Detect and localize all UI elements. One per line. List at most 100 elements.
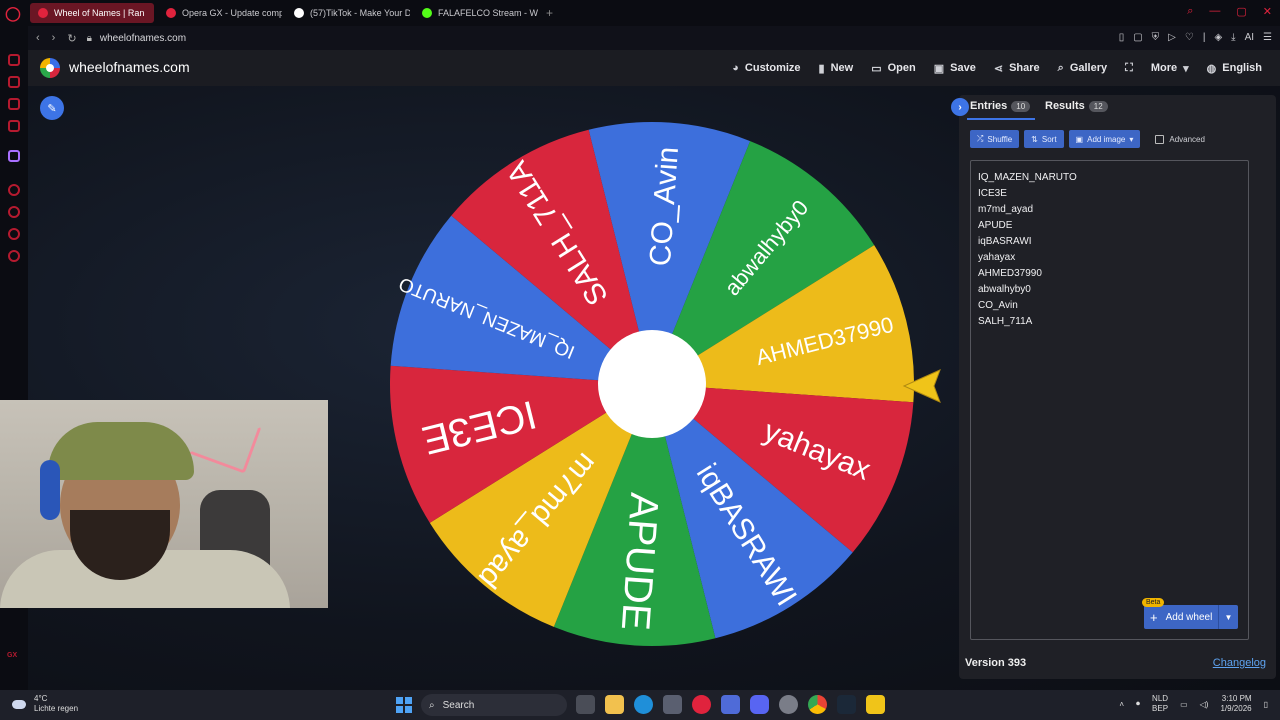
- wheel-hub[interactable]: [598, 330, 706, 438]
- taskbar: 4°C Lichte regen ⌕ Search ˄ ⏺︎ NLD BEP ▭…: [0, 690, 1280, 720]
- clock[interactable]: 3:10 PM 1/9/2026: [1220, 694, 1251, 714]
- add-image-button[interactable]: ▣ Add image ▾: [1068, 130, 1141, 148]
- notification-icon[interactable]: ▯: [1264, 700, 1268, 709]
- language-indicator[interactable]: NLD BEP: [1152, 694, 1168, 714]
- list-item: abwalhyby0: [978, 284, 1031, 295]
- browser-tab[interactable]: Wheel of Names | Ran: [30, 3, 154, 23]
- app-icon[interactable]: [866, 695, 885, 714]
- store-icon[interactable]: [663, 695, 682, 714]
- advanced-checkbox[interactable]: [1155, 134, 1165, 144]
- share-button[interactable]: ⋖ Share: [994, 62, 1040, 75]
- steam-icon[interactable]: [837, 695, 856, 714]
- browser-tab[interactable]: Opera GX - Update comp: [158, 3, 282, 23]
- fullscreen-button[interactable]: ⛶: [1125, 62, 1133, 75]
- advanced-label: Advanced: [1169, 134, 1205, 144]
- sidebar-icon[interactable]: [8, 184, 20, 196]
- wheel-svg[interactable]: CO_Avin abwalhyby0AHMED37990yahayaxiqBASR…: [387, 119, 917, 649]
- task-view-icon[interactable]: [576, 695, 595, 714]
- tab-entries[interactable]: Entries 10: [970, 100, 1031, 112]
- list-item: CO_Avin: [978, 300, 1018, 311]
- close-icon[interactable]: ✕: [1263, 5, 1272, 18]
- wallet-icon[interactable]: ◈: [1214, 32, 1222, 43]
- collapse-panel-button[interactable]: ›: [951, 98, 969, 116]
- menu-icon[interactable]: ☰: [1263, 32, 1272, 43]
- sidebar-icon[interactable]: [8, 120, 20, 132]
- windows-start-icon[interactable]: [396, 697, 412, 713]
- gallery-button[interactable]: ⌕ Gallery: [1058, 62, 1107, 75]
- save-button[interactable]: ▣ Save: [934, 62, 976, 75]
- wheel[interactable]: CO_Avin abwalhyby0 AHMED37990 yahayax iqBASR…: [387, 119, 917, 649]
- minimize-icon[interactable]: —: [1209, 5, 1220, 18]
- reload-icon[interactable]: ↻: [67, 32, 76, 45]
- volume-icon[interactable]: ◁): [1200, 700, 1209, 709]
- tab-results[interactable]: Results 12: [1045, 100, 1108, 112]
- tab-title: FALAFELCO Stream - Wat: [438, 8, 538, 18]
- chevron-right-icon: ›: [958, 101, 962, 113]
- add-wheel-button[interactable]: + Add wheel ▼: [1144, 605, 1238, 629]
- play-icon[interactable]: ▷: [1168, 32, 1176, 43]
- site-title[interactable]: wheelofnames.com: [69, 59, 190, 75]
- edit-pencil-button[interactable]: ✎: [40, 96, 64, 120]
- twitch-icon[interactable]: [8, 150, 20, 162]
- list-item: SALH_711A: [978, 316, 1033, 327]
- wheel-logo-icon[interactable]: [40, 58, 60, 78]
- list-item: iqBASRAWI: [978, 236, 1032, 247]
- more-button[interactable]: More ▾: [1151, 62, 1189, 75]
- sidebar-icon[interactable]: [8, 76, 20, 88]
- advanced-toggle[interactable]: Advanced: [1155, 134, 1205, 144]
- tab-title: (57)TikTok - Make Your D: [310, 8, 410, 18]
- edge-icon[interactable]: [634, 695, 653, 714]
- url-field[interactable]: wheelofnames.com: [100, 33, 186, 44]
- opera-gx-logo-icon[interactable]: ◯: [0, 0, 26, 26]
- network-icon[interactable]: ▭: [1180, 700, 1188, 709]
- discord-icon[interactable]: [750, 695, 769, 714]
- shield-icon[interactable]: ⛨: [1152, 32, 1160, 43]
- taskbar-apps: [576, 695, 885, 714]
- settings-icon[interactable]: [779, 695, 798, 714]
- maximize-icon[interactable]: ▢: [1236, 5, 1246, 18]
- lock-icon: 🔒︎: [86, 32, 92, 44]
- entries-count-badge: 10: [1011, 100, 1031, 112]
- sidebar-icon[interactable]: [8, 228, 20, 240]
- search-icon[interactable]: ⌕: [1187, 5, 1193, 18]
- file-explorer-icon[interactable]: [605, 695, 624, 714]
- fullscreen-icon: ⛶: [1125, 61, 1133, 74]
- entries-toolbar: ⤮ Shuffle ⇅ Sort ▣ Add image ▾ Advanced: [970, 130, 1205, 148]
- customize-button[interactable]: ◕ Customize: [732, 62, 800, 74]
- sidebar-icon[interactable]: [8, 54, 20, 66]
- download-icon[interactable]: ⤓: [1231, 32, 1235, 43]
- chrome-icon[interactable]: [808, 695, 827, 714]
- sort-button[interactable]: ⇅ Sort: [1024, 130, 1064, 148]
- tab-title: Opera GX - Update comp: [182, 8, 282, 18]
- language-button[interactable]: ◍ English: [1207, 62, 1262, 75]
- entries-textarea[interactable]: IQ_MAZEN_NARUTO ICE3E m7md_ayad APUDE iq…: [970, 160, 1249, 640]
- bookmark-icon[interactable]: ▯: [1119, 32, 1125, 43]
- history-icon[interactable]: [8, 206, 20, 218]
- new-button[interactable]: ▮ New: [819, 62, 854, 75]
- settings-icon[interactable]: [8, 250, 20, 262]
- back-icon[interactable]: ‹: [36, 32, 40, 45]
- window-controls: ⌕ — ▢ ✕: [1187, 5, 1272, 18]
- weather-widget[interactable]: 4°C Lichte regen: [12, 694, 78, 714]
- opera-gx-icon[interactable]: [692, 695, 711, 714]
- heart-icon[interactable]: ♡: [1185, 32, 1194, 43]
- app-icon[interactable]: [721, 695, 740, 714]
- sort-icon: ⇅: [1031, 134, 1038, 144]
- open-button[interactable]: ▭ Open: [871, 62, 916, 75]
- add-wheel-dropdown[interactable]: ▼: [1218, 605, 1238, 629]
- chevron-down-icon: ▼: [1224, 612, 1233, 622]
- snapshot-icon[interactable]: ▢: [1133, 32, 1142, 43]
- ai-button[interactable]: AI: [1245, 32, 1254, 43]
- shuffle-button[interactable]: ⤮ Shuffle: [970, 130, 1020, 148]
- forward-icon[interactable]: ›: [52, 32, 56, 45]
- changelog-link[interactable]: Changelog: [1213, 657, 1266, 669]
- version-label: Version 393: [965, 657, 1027, 669]
- new-tab-button[interactable]: +: [546, 6, 553, 20]
- sidebar-icon[interactable]: [8, 98, 20, 110]
- chevron-up-icon[interactable]: ˄: [1119, 700, 1124, 709]
- browser-tab[interactable]: (57)TikTok - Make Your D: [286, 3, 410, 23]
- browser-tab[interactable]: FALAFELCO Stream - Wat: [414, 3, 538, 23]
- microphone-icon[interactable]: ⏺︎: [1136, 699, 1140, 709]
- active-tab-indicator: [967, 118, 1035, 120]
- taskbar-search[interactable]: ⌕ Search: [421, 694, 567, 716]
